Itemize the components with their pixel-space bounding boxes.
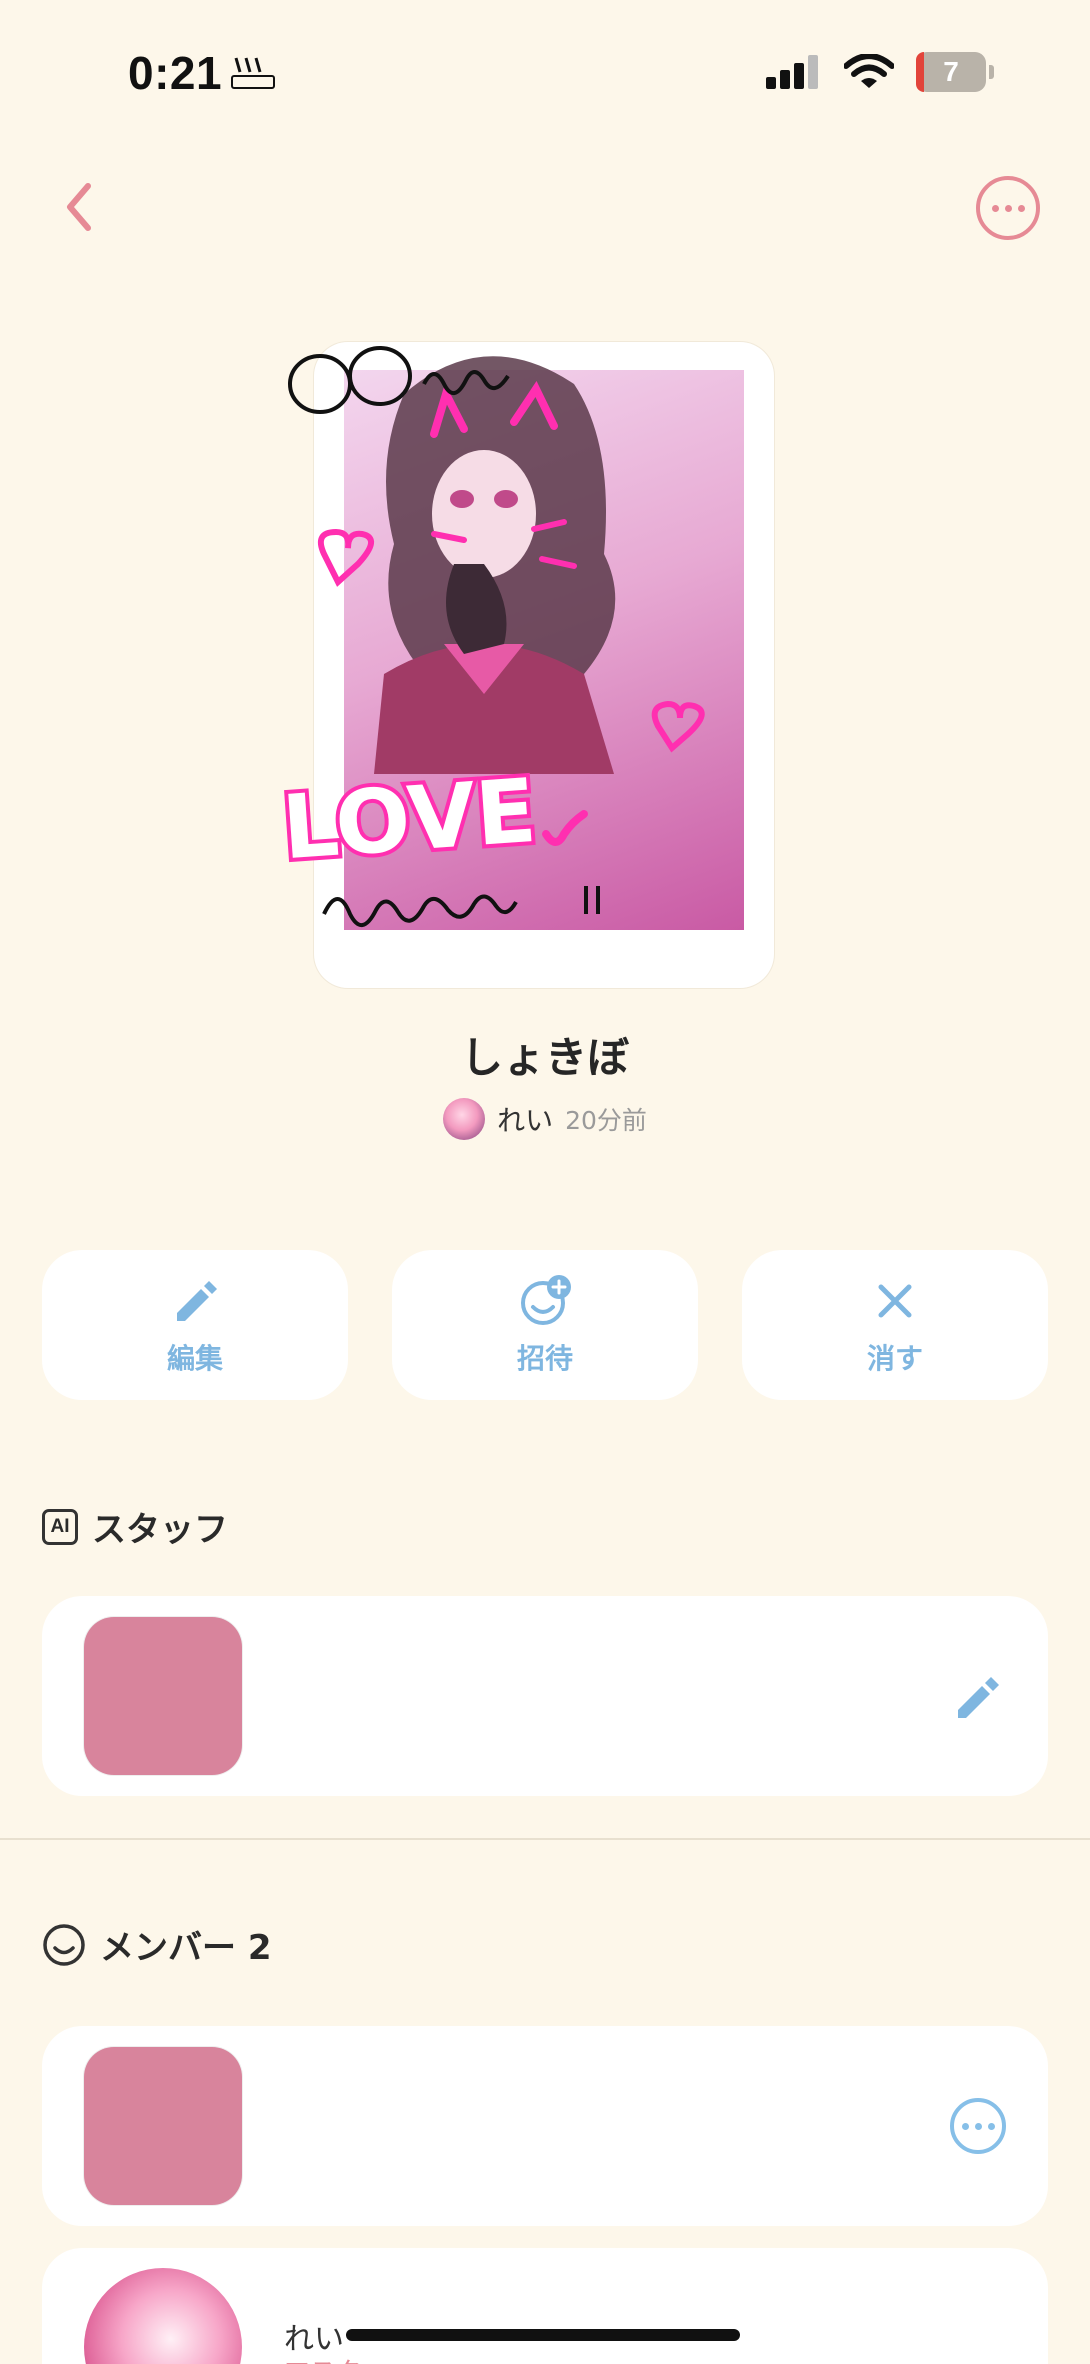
delete-button[interactable]: 消す xyxy=(742,1250,1048,1400)
battery-level: 7 xyxy=(943,56,959,87)
dot xyxy=(1004,204,1012,212)
timestamp: 20分前 xyxy=(565,1106,647,1135)
battery-icon: 7 xyxy=(916,52,986,92)
invite-button[interactable]: 招待 xyxy=(392,1250,698,1400)
dot xyxy=(961,2122,969,2130)
group-thumbnail xyxy=(84,2047,242,2205)
close-icon xyxy=(878,1284,912,1318)
status-time: 0:21 xyxy=(128,47,223,99)
member-row[interactable]: れい マスター xyxy=(42,2248,1048,2364)
svg-text:LOVE: LOVE xyxy=(284,759,539,879)
status-app-icon xyxy=(231,57,275,89)
illustration-drawing: LOVE xyxy=(284,346,705,927)
edit-button[interactable]: 編集 xyxy=(42,1250,348,1400)
dot xyxy=(987,2122,995,2130)
members-heading: メンバー 2 xyxy=(42,1920,272,1969)
action-buttons: 編集 招待 消す xyxy=(42,1250,1048,1400)
dot xyxy=(991,204,999,212)
page-title: しょきぼ xyxy=(460,1033,629,1082)
chevron-left-icon[interactable] xyxy=(52,172,112,242)
invite-icon xyxy=(521,1275,571,1325)
staff-thumbnail xyxy=(84,1617,242,1775)
delete-label: 消す xyxy=(866,1342,923,1375)
divider xyxy=(0,1838,1090,1840)
staff-row[interactable] xyxy=(42,1596,1048,1796)
photo-card[interactable]: LOVE xyxy=(284,342,774,988)
staff-heading: AI スタッフ xyxy=(42,1502,228,1551)
edit-label: 編集 xyxy=(166,1342,223,1375)
battery-tip xyxy=(989,65,994,79)
staff-heading-label: スタッフ xyxy=(92,1510,228,1550)
screen: 0:21 7 LOVE しょきぼ れい 20分前 編集 招待 消す AI スタッ… xyxy=(0,0,1090,2364)
invite-label: 招待 xyxy=(516,1342,573,1375)
pencil-icon xyxy=(177,1281,217,1321)
home-indicator[interactable] xyxy=(346,2329,740,2341)
author-name: れい xyxy=(497,1104,554,1137)
more-options-button[interactable] xyxy=(976,176,1040,240)
cellular-signal-icon xyxy=(766,55,818,89)
smile-icon xyxy=(43,1923,85,1966)
member-group-row[interactable] xyxy=(42,2026,1048,2226)
ai-icon: AI xyxy=(42,1508,78,1545)
pencil-icon[interactable] xyxy=(950,1668,1006,1724)
avatar xyxy=(443,1098,486,1140)
members-heading-label: メンバー 2 xyxy=(100,1928,272,1968)
author-row[interactable]: れい 20分前 xyxy=(0,1098,1090,1140)
dot xyxy=(1017,204,1025,212)
dot xyxy=(974,2122,982,2130)
member-more-button[interactable] xyxy=(950,2098,1006,2154)
member-role: マスター xyxy=(284,2352,388,2364)
status-indicators: 7 xyxy=(766,52,994,92)
wifi-icon xyxy=(844,54,894,88)
avatar xyxy=(84,2268,242,2364)
